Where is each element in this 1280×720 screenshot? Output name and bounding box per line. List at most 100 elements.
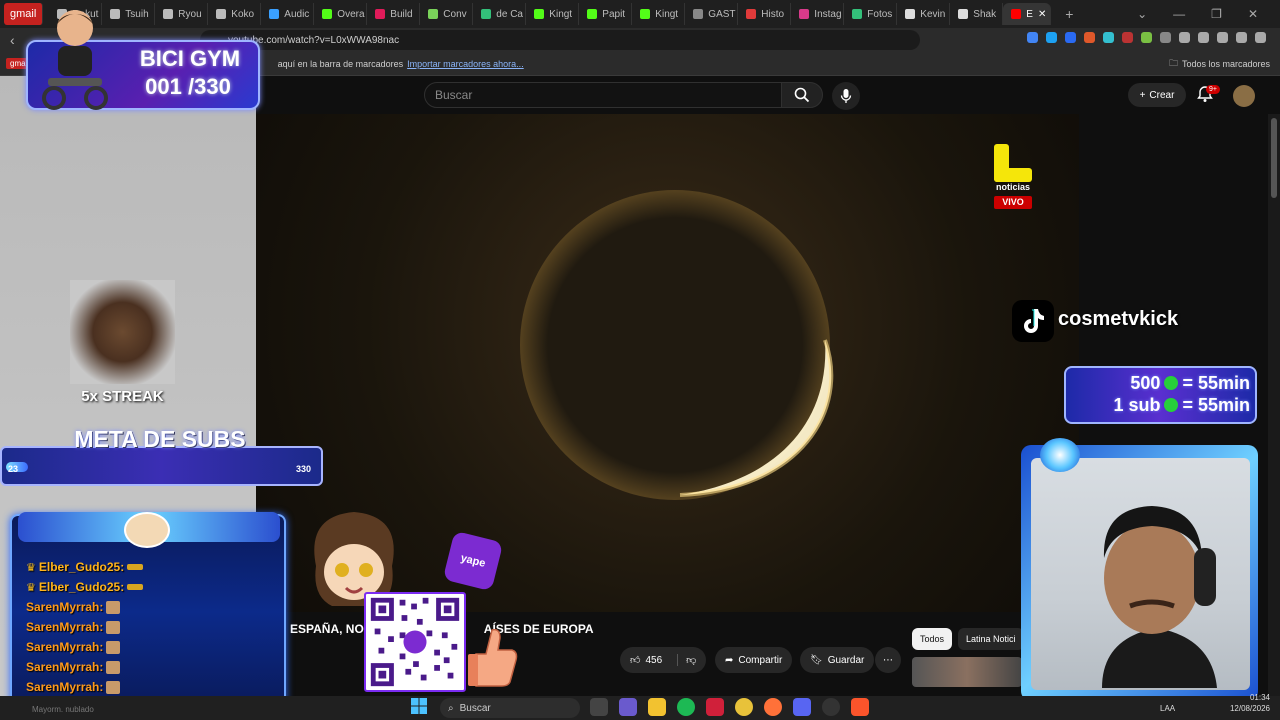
browser-tab[interactable]: de Ca bbox=[473, 3, 527, 25]
extension-icon[interactable] bbox=[1084, 32, 1095, 43]
chat-message: ♛ Elber_Gudo25: bbox=[26, 557, 186, 577]
create-button[interactable]: + Crear bbox=[1128, 83, 1186, 107]
page-scrollbar[interactable] bbox=[1268, 114, 1280, 696]
thumbs-up-sticker-icon bbox=[468, 628, 518, 687]
shield-icon[interactable] bbox=[1236, 32, 1247, 43]
share-icon: ➦ bbox=[725, 654, 734, 666]
youtube-favicon-icon bbox=[1011, 9, 1022, 19]
clock-time: 01:34 bbox=[1249, 693, 1270, 702]
browser-tab[interactable]: Koko bbox=[208, 3, 262, 25]
language-indicator[interactable]: LAA bbox=[1160, 704, 1175, 713]
app-icon[interactable] bbox=[735, 698, 753, 716]
tab-label: Audic bbox=[284, 8, 310, 20]
tab-search-icon[interactable]: ⌄ bbox=[1137, 7, 1147, 21]
chip-todos[interactable]: Todos bbox=[912, 628, 953, 650]
profile-icon[interactable] bbox=[1217, 32, 1228, 43]
chat-emote-icon bbox=[127, 584, 144, 590]
scrollbar-thumb[interactable] bbox=[1271, 118, 1277, 198]
brave-icon[interactable] bbox=[851, 698, 869, 716]
browser-tab[interactable]: Kingt bbox=[632, 3, 686, 25]
tab-favicon-icon bbox=[481, 9, 492, 19]
puzzle-icon[interactable] bbox=[1160, 32, 1171, 43]
all-bookmarks-button[interactable]: 🗀 Todos los marcadores bbox=[1169, 56, 1270, 72]
taskbar-search-label: Buscar bbox=[459, 702, 491, 714]
more-options-button[interactable]: ⋯ bbox=[875, 647, 901, 673]
back-icon[interactable]: ‹ bbox=[10, 32, 15, 48]
taskbar-search[interactable]: ⌕ Buscar bbox=[440, 698, 580, 718]
windows-start-icon[interactable] bbox=[410, 697, 428, 715]
kick-coin-icon bbox=[1164, 376, 1179, 390]
notification-badge: 9+ bbox=[1206, 85, 1220, 94]
save-button[interactable]: 🔖︎ Guardar bbox=[800, 647, 875, 673]
extension-icon[interactable] bbox=[1122, 32, 1133, 43]
reading-list-icon[interactable] bbox=[1179, 32, 1190, 43]
kick-reward-line-1: 500 = 55min bbox=[1070, 372, 1250, 394]
menu-icon[interactable] bbox=[1255, 32, 1266, 43]
voice-search-button[interactable] bbox=[832, 82, 860, 110]
search-icon: ⌕ bbox=[448, 702, 454, 714]
extension-icon[interactable] bbox=[1141, 32, 1152, 43]
browser-tab[interactable]: Kevin bbox=[897, 3, 951, 25]
url-bar[interactable]: youtube.com/watch?v=L0xWWA98nac bbox=[200, 30, 920, 50]
restore-icon[interactable]: ❐ bbox=[1211, 7, 1222, 21]
tab-label: de Ca bbox=[496, 8, 523, 20]
share-button[interactable]: ➦ Compartir bbox=[715, 647, 793, 673]
new-tab-icon[interactable]: + bbox=[1065, 6, 1073, 22]
bici-gym-counter: 001 /330 bbox=[145, 74, 231, 99]
browser-tab[interactable]: Shak bbox=[950, 3, 1004, 25]
kick-sub-duration: = 55min bbox=[1182, 394, 1250, 415]
chat-username: SarenMyrrah: bbox=[26, 600, 104, 614]
like-button[interactable]: 👍︎ 456 👎︎ bbox=[620, 647, 707, 673]
browser-tab[interactable]: Papit bbox=[579, 3, 633, 25]
chat-emote-icon bbox=[106, 620, 121, 634]
close-window-icon[interactable]: ✕ bbox=[1248, 7, 1258, 21]
import-bookmarks-link[interactable]: Importar marcadores ahora... bbox=[407, 59, 524, 69]
file-explorer-icon[interactable] bbox=[648, 698, 666, 716]
firefox-icon[interactable] bbox=[764, 698, 782, 716]
app-icon[interactable] bbox=[706, 698, 724, 716]
kick-sub-amount: 1 sub bbox=[1113, 394, 1161, 415]
streamer-webcam-image bbox=[1102, 506, 1217, 688]
browser-tab[interactable]: GAST bbox=[685, 3, 739, 25]
subs-goal-title: META DE SUBS bbox=[74, 426, 246, 452]
latina-logo-icon bbox=[994, 144, 1032, 182]
extension-icon[interactable] bbox=[1027, 32, 1038, 43]
save-label: Guardar bbox=[827, 654, 865, 666]
related-video-thumbnail[interactable] bbox=[912, 657, 1022, 687]
tab-label: Overa bbox=[337, 8, 365, 20]
discord-icon[interactable] bbox=[793, 698, 811, 716]
browser-tab[interactable]: Ryou bbox=[155, 3, 209, 25]
search-button[interactable] bbox=[781, 82, 823, 108]
chip-latina[interactable]: Latina Notici bbox=[958, 628, 1024, 650]
browser-tab[interactable]: Audic bbox=[261, 3, 315, 25]
tab-active-youtube[interactable]: E ✕ bbox=[1003, 3, 1052, 25]
browser-tab[interactable]: Overa bbox=[314, 3, 368, 25]
browser-tab[interactable]: Histo bbox=[738, 3, 792, 25]
close-tab-icon[interactable]: ✕ bbox=[1038, 9, 1046, 20]
weather-widget[interactable]: Mayorm. nublado bbox=[32, 705, 94, 714]
channel-logo-text: noticias bbox=[995, 182, 1030, 192]
live-badge: VIVO bbox=[994, 196, 1032, 209]
task-view-icon[interactable] bbox=[590, 698, 608, 716]
browser-tab[interactable]: Conv bbox=[420, 3, 474, 25]
sidebar-icon[interactable] bbox=[1198, 32, 1209, 43]
app-icon[interactable] bbox=[619, 698, 637, 716]
browser-tab[interactable]: Kingt bbox=[526, 3, 580, 25]
thumbs-down-icon[interactable]: 👎︎ bbox=[677, 654, 696, 666]
extension-icon[interactable] bbox=[1103, 32, 1114, 43]
system-clock[interactable]: 01:34 12/08/2026 bbox=[1226, 692, 1270, 714]
obs-icon[interactable] bbox=[822, 698, 840, 716]
extension-icon[interactable] bbox=[1065, 32, 1076, 43]
browser-tab[interactable]: Instag bbox=[791, 3, 845, 25]
minimize-icon[interactable]: — bbox=[1173, 7, 1185, 21]
browser-tab[interactable]: Build bbox=[367, 3, 421, 25]
spotify-icon[interactable] bbox=[677, 698, 695, 716]
browser-tab[interactable]: Fotos bbox=[844, 3, 898, 25]
chat-username: SarenMyrrah: bbox=[26, 620, 104, 634]
streak-reaction-image bbox=[70, 280, 175, 384]
microphone-icon bbox=[840, 89, 852, 103]
browser-tab-bar: gmail RakutTsuihRyouKokoAudicOveraBuildC… bbox=[0, 0, 1280, 28]
extension-icon[interactable] bbox=[1046, 32, 1057, 43]
avatar[interactable] bbox=[1233, 85, 1255, 107]
search-input[interactable]: Buscar bbox=[424, 82, 782, 108]
